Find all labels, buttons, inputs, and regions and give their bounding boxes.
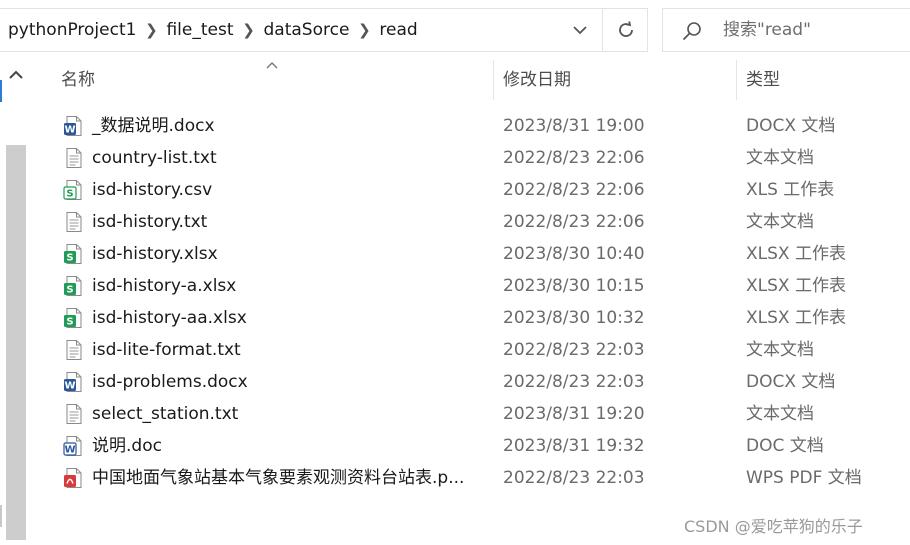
svg-text:W: W <box>64 381 75 392</box>
file-name: isd-lite-format.txt <box>92 340 241 360</box>
column-header-name[interactable]: 名称 <box>61 60 95 100</box>
breadcrumb: pythonProject1 ❯ file_test ❯ dataSorce ❯… <box>8 9 418 51</box>
column-divider[interactable] <box>736 60 737 100</box>
xlsx-sheet-icon: S <box>64 244 82 264</box>
xlsx-sheet-icon: S <box>64 276 82 296</box>
file-name: 说明.doc <box>92 436 162 456</box>
file-row[interactable]: 中国地面气象站基本气象要素观测资料台站表.p... 2022/8/23 22:0… <box>31 462 910 494</box>
word-doc-icon: W <box>64 116 82 136</box>
chevron-right-icon[interactable]: ❯ <box>136 21 166 39</box>
file-date: 2023/8/31 19:00 <box>503 116 645 136</box>
file-row[interactable]: S isd-history.csv 2022/8/23 22:06 XLS 工作… <box>31 174 910 206</box>
sort-ascending-icon <box>266 62 278 69</box>
file-row[interactable]: S isd-history.xlsx 2023/8/30 10:40 XLSX … <box>31 238 910 270</box>
svg-text:S: S <box>66 253 73 264</box>
breadcrumb-item-datasorce[interactable]: dataSorce <box>264 20 350 40</box>
file-row[interactable]: isd-history.txt 2022/8/23 22:06 文本文档 <box>31 206 910 238</box>
file-type: 文本文档 <box>746 340 814 360</box>
file-list: W _数据说明.docx 2023/8/31 19:00 DOCX 文档 cou… <box>31 110 910 494</box>
text-file-icon <box>66 404 82 424</box>
file-name: select_station.txt <box>92 404 239 424</box>
file-type: XLSX 工作表 <box>746 276 846 296</box>
file-date: 2022/8/23 22:03 <box>503 468 645 488</box>
file-name: country-list.txt <box>92 148 217 168</box>
chevron-right-icon[interactable]: ❯ <box>234 21 264 39</box>
text-file-icon <box>66 340 82 360</box>
breadcrumb-item-file-test[interactable]: file_test <box>166 20 233 40</box>
file-name: 中国地面气象站基本气象要素观测资料台站表.p... <box>92 468 465 488</box>
file-name: _数据说明.docx <box>92 116 215 136</box>
vertical-scrollbar[interactable] <box>0 60 31 545</box>
nav-pane-edge <box>0 505 2 527</box>
file-date: 2023/8/30 10:15 <box>503 276 645 296</box>
file-name: isd-history.txt <box>92 212 208 232</box>
breadcrumb-item-read[interactable]: read <box>379 20 417 40</box>
file-date: 2023/8/31 19:32 <box>503 436 645 456</box>
address-row: pythonProject1 ❯ file_test ❯ dataSorce ❯… <box>0 0 910 60</box>
pdf-file-icon <box>64 468 82 488</box>
scroll-up-arrow-icon[interactable] <box>6 67 26 83</box>
text-file-icon <box>66 148 82 168</box>
file-date: 2023/8/30 10:32 <box>503 308 645 328</box>
file-date: 2022/8/23 22:06 <box>503 148 645 168</box>
file-type: DOC 文档 <box>746 436 824 456</box>
search-input[interactable]: 搜索"read" <box>723 9 811 51</box>
scrollbar-thumb[interactable] <box>6 145 26 540</box>
search-box[interactable]: 搜索"read" <box>662 8 910 52</box>
xlsx-sheet-icon: S <box>64 308 82 328</box>
file-type: XLSX 工作表 <box>746 308 846 328</box>
file-name: isd-history-a.xlsx <box>92 276 237 296</box>
file-row[interactable]: S isd-history-a.xlsx 2023/8/30 10:15 XLS… <box>31 270 910 302</box>
word-doc-icon: W <box>64 372 82 392</box>
refresh-icon <box>618 21 633 37</box>
divider <box>602 9 603 51</box>
column-divider[interactable] <box>493 60 494 100</box>
file-date: 2022/8/23 22:06 <box>503 212 645 232</box>
file-type: WPS PDF 文档 <box>746 468 862 488</box>
nav-pane-edge <box>0 80 2 102</box>
svg-text:S: S <box>66 189 73 200</box>
csv-sheet-icon: S <box>63 180 82 200</box>
file-type: DOCX 文档 <box>746 372 836 392</box>
column-header-date[interactable]: 修改日期 <box>503 60 571 100</box>
file-row[interactable]: S isd-history-aa.xlsx 2023/8/30 10:32 XL… <box>31 302 910 334</box>
file-row[interactable]: W _数据说明.docx 2023/8/31 19:00 DOCX 文档 <box>31 110 910 142</box>
file-name: isd-history.csv <box>92 180 213 200</box>
file-date: 2022/8/23 22:03 <box>503 340 645 360</box>
word-doc-legacy-icon: W <box>63 436 82 456</box>
file-row[interactable]: select_station.txt 2023/8/31 19:20 文本文档 <box>31 398 910 430</box>
chevron-down-icon <box>573 26 587 35</box>
file-date: 2023/8/30 10:40 <box>503 244 645 264</box>
file-date: 2022/8/23 22:03 <box>503 372 645 392</box>
file-type: 文本文档 <box>746 404 814 424</box>
file-name: isd-history.xlsx <box>92 244 218 264</box>
file-row[interactable]: W 说明.doc 2023/8/31 19:32 DOC 文档 <box>31 430 910 462</box>
svg-text:W: W <box>64 445 75 456</box>
file-type: XLSX 工作表 <box>746 244 846 264</box>
breadcrumb-item-project[interactable]: pythonProject1 <box>8 20 136 40</box>
svg-text:S: S <box>66 317 73 328</box>
chevron-right-icon[interactable]: ❯ <box>349 21 379 39</box>
file-type: DOCX 文档 <box>746 116 836 136</box>
file-name: isd-problems.docx <box>92 372 248 392</box>
search-icon <box>682 22 701 41</box>
file-type: 文本文档 <box>746 212 814 232</box>
file-row[interactable]: W isd-problems.docx 2022/8/23 22:03 DOCX… <box>31 366 910 398</box>
file-type: 文本文档 <box>746 148 814 168</box>
file-type: XLS 工作表 <box>746 180 835 200</box>
file-row[interactable]: country-list.txt 2022/8/23 22:06 文本文档 <box>31 142 910 174</box>
file-row[interactable]: isd-lite-format.txt 2022/8/23 22:03 文本文档 <box>31 334 910 366</box>
file-name: isd-history-aa.xlsx <box>92 308 247 328</box>
file-date: 2023/8/31 19:20 <box>503 404 645 424</box>
svg-text:S: S <box>66 285 73 296</box>
file-date: 2022/8/23 22:06 <box>503 180 645 200</box>
column-headers: 名称 修改日期 类型 <box>31 60 910 100</box>
refresh-button[interactable] <box>604 9 647 51</box>
svg-text:W: W <box>64 125 75 136</box>
column-header-type[interactable]: 类型 <box>746 60 780 100</box>
watermark: CSDN @爱吃苹狗的乐子 <box>684 517 863 536</box>
text-file-icon <box>66 212 82 232</box>
address-bar[interactable]: pythonProject1 ❯ file_test ❯ dataSorce ❯… <box>0 8 648 52</box>
address-history-dropdown[interactable] <box>560 9 600 51</box>
